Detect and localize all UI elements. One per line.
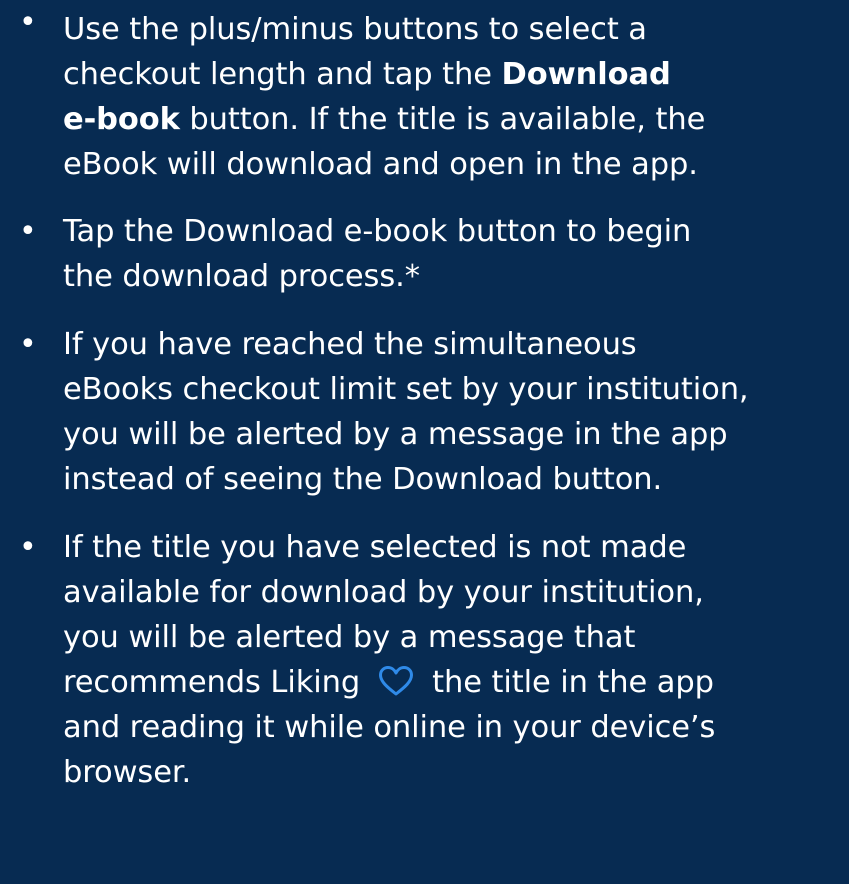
line: If you have reached the simultaneous [63,327,637,362]
line: eBooks checkout limit set by your instit… [63,372,749,407]
line: and reading it while online in your devi… [63,710,716,745]
line: checkout length and tap the Download [63,57,671,92]
line-text: checkout length and tap the [63,57,502,92]
line-text: recommends Liking [63,665,361,700]
bullet-marker: • [19,5,37,40]
list-item: • If the title you have selected is not … [0,525,849,795]
line: instead of seeing the Download button. [63,462,663,497]
line: If the title you have selected is not ma… [63,530,687,565]
bold-term-ebook: e-book [63,102,180,137]
line: Tap the Download e-book button to begin [63,214,692,249]
line: eBook will download and open in the app. [63,147,698,182]
instructions-document: • Use the plus/minus buttons to select a… [0,0,849,884]
line: Use the plus/minus buttons to select a [63,12,647,47]
line: you will be alerted by a message in the … [63,417,728,452]
line: e-book button. If the title is available… [63,102,705,137]
line: you will be alerted by a message that [63,620,636,655]
bullet-marker: • [19,530,37,565]
heart-icon [378,665,414,697]
bold-term-download: Download [501,57,671,92]
line: browser. [63,755,192,790]
line: available for download by your instituti… [63,575,704,610]
list-item: • If you have reached the simultaneous e… [0,322,849,502]
list-item: • Tap the Download e-book button to begi… [0,209,849,299]
line-text: button. If the title is available, the [179,102,706,137]
instruction-list: • Use the plus/minus buttons to select a… [0,0,849,795]
line: recommends Liking the title in the app [63,665,714,700]
line-text: the title in the app [432,665,714,700]
list-item: • Use the plus/minus buttons to select a… [0,0,849,187]
line: the download process.* [63,259,420,294]
bullet-marker: • [19,327,37,362]
bullet-marker: • [19,214,37,249]
